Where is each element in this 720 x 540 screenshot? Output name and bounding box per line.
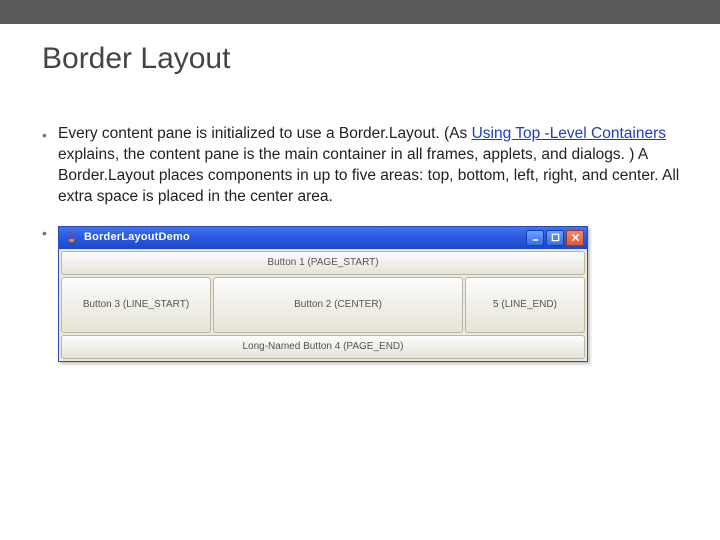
demo-window-wrap: BorderLayoutDemo [58,226,588,362]
slide-content: • Every content pane is initialized to u… [42,124,684,376]
paragraph-pre: Every content pane is initialized to use… [58,125,472,142]
maximize-icon [551,233,560,242]
slide-top-bar [0,0,720,24]
bullet-item-1: • Every content pane is initialized to u… [42,124,684,208]
minimize-icon [531,233,540,242]
window-title: BorderLayoutDemo [84,230,526,245]
paragraph-post: explains, the content pane is the main c… [58,146,679,205]
line-start-button[interactable]: Button 3 (LINE_START) [61,277,211,333]
center-button[interactable]: Button 2 (CENTER) [213,277,463,333]
java-cup-icon [65,231,79,245]
maximize-button[interactable] [546,230,564,246]
window-titlebar[interactable]: BorderLayoutDemo [59,227,587,249]
page-end-button[interactable]: Long-Named Button 4 (PAGE_END) [61,335,585,359]
bullet-marker: • [42,124,58,146]
close-icon [571,233,580,242]
bullet-marker: • [42,222,58,244]
line-end-button[interactable]: 5 (LINE_END) [465,277,585,333]
slide-title: Border Layout [42,42,230,76]
border-layout-grid: Button 1 (PAGE_START) Button 3 (LINE_STA… [59,249,587,361]
demo-window: BorderLayoutDemo [58,226,588,362]
bullet-item-2: • BorderLayoutDemo [42,222,684,362]
bullet-text: Every content pane is initialized to use… [58,124,684,208]
page-start-button[interactable]: Button 1 (PAGE_START) [61,251,585,275]
slide-body: Border Layout • Every content pane is in… [0,24,720,540]
top-level-containers-link[interactable]: Using Top -Level Containers [472,125,666,142]
close-button[interactable] [566,230,584,246]
window-controls [526,230,584,246]
minimize-button[interactable] [526,230,544,246]
